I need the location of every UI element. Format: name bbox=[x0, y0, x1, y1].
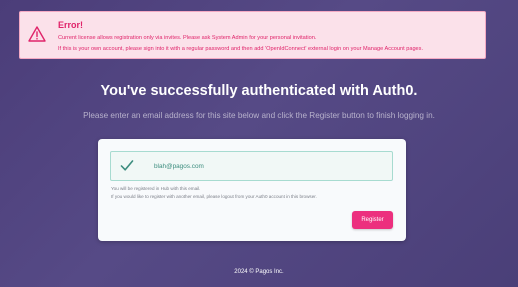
email-field[interactable]: blah@pagos.com bbox=[110, 151, 393, 181]
registration-note: You will be registered in Hub with this … bbox=[111, 186, 201, 191]
error-title: Error! bbox=[58, 20, 84, 30]
page-subtitle: Please enter an email address for this s… bbox=[83, 111, 435, 120]
check-icon bbox=[120, 160, 134, 171]
page-title: You've successfully authenticated with A… bbox=[100, 83, 418, 99]
register-button[interactable]: Register bbox=[352, 211, 393, 229]
email-value: blah@pagos.com bbox=[154, 163, 204, 170]
warning-triangle-icon bbox=[28, 26, 46, 42]
footer-copyright: 2024 © Pagos Inc. bbox=[234, 269, 284, 275]
error-message-line1: Current license allows registration only… bbox=[58, 35, 317, 41]
error-message-line2: If this is your own account, please sign… bbox=[58, 46, 424, 52]
logout-hint: If you would like to register with anoth… bbox=[111, 194, 317, 199]
error-banner: Error! Current license allows registrati… bbox=[19, 11, 486, 59]
register-card: blah@pagos.com You will be registered in… bbox=[98, 139, 406, 241]
